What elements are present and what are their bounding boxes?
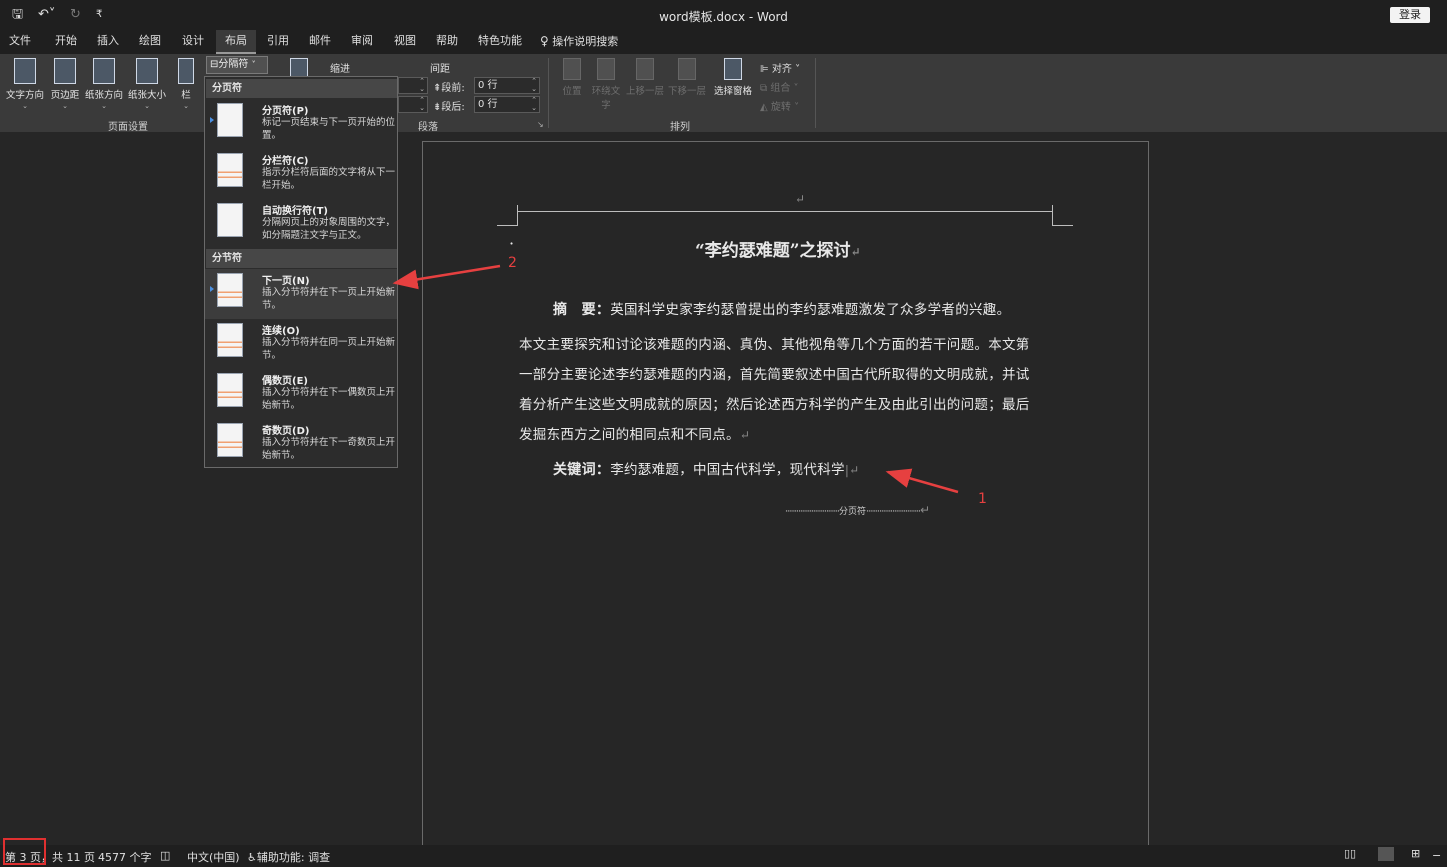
accessibility-icon: ♿ bbox=[247, 851, 257, 864]
annotation-highlight-box bbox=[3, 838, 46, 865]
accessibility-checker[interactable]: ♿辅助功能: 调查 bbox=[247, 849, 330, 865]
zoom-out-icon[interactable]: − bbox=[1432, 849, 1441, 862]
print-layout-icon[interactable] bbox=[1378, 847, 1394, 861]
read-mode-icon[interactable]: ▯▯ bbox=[1344, 847, 1360, 861]
proofing-icon[interactable]: ◫ bbox=[160, 849, 170, 862]
word-count[interactable]: 4577 个字 bbox=[98, 849, 152, 865]
arrow-to-next-page bbox=[392, 264, 501, 290]
arrow-to-cursor bbox=[885, 468, 959, 494]
annotation-arrows bbox=[392, 264, 959, 494]
annotation-label-2: 2 bbox=[508, 255, 517, 271]
status-bar: 第 3 页，共 11 页 4577 个字 ◫ 中文(中国) ♿辅助功能: 调查 … bbox=[0, 845, 1447, 867]
annotation-label-1: 1 bbox=[978, 491, 987, 507]
language-indicator[interactable]: 中文(中国) bbox=[187, 849, 240, 865]
web-layout-icon[interactable]: ⊞ bbox=[1411, 847, 1427, 861]
